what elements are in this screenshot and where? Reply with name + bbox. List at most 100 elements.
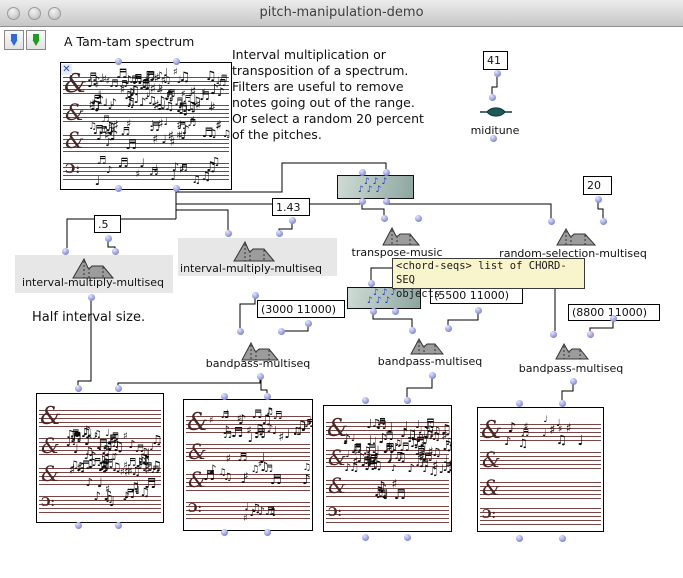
bandpass-multiseq-label-1: bandpass-multiseq: [206, 357, 310, 370]
bandpass-multiseq-node-3[interactable]: [555, 341, 589, 364]
port[interactable]: [548, 218, 555, 225]
port[interactable]: [252, 292, 259, 299]
miditune-node[interactable]: [480, 104, 512, 123]
wire: [176, 210, 228, 230]
port[interactable]: [264, 529, 271, 536]
port[interactable]: [225, 230, 232, 237]
port[interactable]: [595, 196, 602, 203]
trapezoid-icon: [556, 226, 596, 246]
port[interactable]: [600, 218, 607, 225]
port[interactable]: [289, 217, 296, 224]
port[interactable]: [173, 58, 180, 65]
title-bar: pitch-manipulation-demo: [0, 0, 683, 27]
port[interactable]: [587, 331, 594, 338]
port[interactable]: [516, 400, 523, 407]
trapezoid-icon: [382, 225, 420, 246]
port[interactable]: [415, 215, 422, 222]
port[interactable]: [559, 400, 566, 407]
multiseq-score-box-result-3[interactable]: & & & Ɔ: ♫♫♬♩♬♫♪♪♩♬♬♩♬♪♫♩♬♫♩♪♯♬♩♪♪♩♩♩♯♬♪…: [323, 405, 452, 532]
port[interactable]: [237, 328, 244, 335]
wire: [240, 298, 255, 328]
port[interactable]: [115, 58, 122, 65]
port[interactable]: [88, 294, 95, 301]
chord-seq-mini-box-1[interactable]: ♪♪♪ ♪♪♪: [337, 175, 414, 199]
port[interactable]: [221, 393, 228, 400]
miditune-lens-icon: [480, 105, 512, 119]
port[interactable]: [264, 393, 271, 400]
wire: [448, 313, 478, 325]
interval-multiply-multiseq-label-1: interval-multiply-multiseq: [22, 276, 164, 289]
port[interactable]: [362, 534, 369, 541]
value-box-20[interactable]: 20: [583, 176, 612, 195]
value-box-band-5500-11000[interactable]: (5500 11000): [430, 287, 523, 304]
multiseq-score-box-source[interactable]: & & & Ɔ: ♪♩♬♯♬♩♫♬♯♬♫♯♪♩♫♪♪♬♯♩♩♩♫♪♪♫♬♫♩♪♯…: [60, 62, 232, 190]
port[interactable]: [381, 215, 388, 222]
port[interactable]: [62, 248, 69, 255]
pwgl-patch-window: pitch-manipulation-demo: [0, 0, 683, 578]
half-interval-comment: Half interval size.: [32, 310, 145, 325]
port[interactable]: [550, 331, 557, 338]
port[interactable]: [276, 230, 283, 237]
port[interactable]: [392, 308, 399, 315]
port[interactable]: [494, 70, 501, 77]
note-glyphs: ♪♪♪: [367, 296, 393, 306]
port[interactable]: [173, 185, 180, 192]
interval-multiply-multiseq-label-2: interval-multiply-multiseq: [180, 262, 322, 275]
port[interactable]: [221, 529, 228, 536]
port[interactable]: [516, 535, 523, 542]
tooltip: <chord-seqs> list of CHORD-SEQ objects: [392, 258, 585, 289]
port[interactable]: [112, 248, 119, 255]
patch-canvas[interactable]: A Tam-tam spectrum Interval multiplicati…: [0, 27, 683, 578]
port[interactable]: [370, 308, 377, 315]
port[interactable]: [368, 280, 375, 287]
port[interactable]: [383, 198, 390, 205]
score-notes: ♫♫♬♩♬♫♪♪♩♬♬♩♬♪♫♩♬♫♩♪♯♬♩♪♪♩♩♩♯♬♪♩♩♯♯♩♫♫♯♩…: [324, 406, 451, 531]
port[interactable]: [445, 325, 452, 332]
wire: [362, 204, 384, 216]
port[interactable]: [257, 373, 264, 380]
trapezoid-icon: [233, 239, 275, 262]
multiseq-score-box-result-1[interactable]: & & & Ɔ: ♫♫♩♬♩♫♫♯♩♬♫♫♬♪♫♬♫♪♩♯♬♩♪♬♪♫♫♩♬♪♫…: [36, 393, 164, 523]
multiseq-score-box-result-4[interactable]: & & & Ɔ: ♪♯♩♯♯♬♫♩♩♪♯♫♩: [477, 407, 604, 532]
port[interactable]: [359, 198, 366, 205]
port[interactable]: [570, 378, 577, 385]
port[interactable]: [115, 385, 122, 392]
port[interactable]: [610, 315, 617, 322]
value-box-band-3000-11000[interactable]: (3000 11000): [257, 300, 345, 318]
value-box-41[interactable]: 41: [483, 51, 508, 70]
port[interactable]: [475, 307, 482, 314]
value-box-1.43[interactable]: 1.43: [272, 198, 310, 216]
wire: [562, 384, 573, 400]
port[interactable]: [115, 522, 122, 529]
port[interactable]: [559, 535, 566, 542]
port[interactable]: [383, 169, 390, 176]
value-box-0.5[interactable]: .5: [94, 215, 121, 233]
port[interactable]: [75, 385, 82, 392]
port[interactable]: [115, 185, 122, 192]
port[interactable]: [404, 534, 411, 541]
port[interactable]: [490, 135, 497, 142]
green-down-arrow-button[interactable]: [26, 30, 46, 50]
multiseq-score-box-result-2[interactable]: & & & Ɔ: ♫♫♬♪♪♩♬♬♫♩♯♩♬♫♬♯♬♪♩♩♩♩♩♬♯♫♪♯♩♫♯…: [183, 399, 313, 531]
port[interactable]: [429, 372, 436, 379]
blue-down-arrow-icon: [6, 33, 22, 49]
note-glyphs: ♪♪♪: [358, 185, 384, 195]
score-notes: ♫♫♬♪♪♩♬♬♫♩♯♩♬♫♬♯♬♪♩♩♩♩♩♬♯♫♪♯♩♫♯♯♫♬♪♫♬♬♯♪…: [184, 400, 312, 530]
port[interactable]: [489, 94, 496, 101]
port[interactable]: [278, 328, 285, 335]
wire: [118, 379, 260, 385]
trapezoid-icon: [410, 336, 444, 355]
port[interactable]: [362, 397, 369, 404]
port[interactable]: [409, 327, 416, 334]
port[interactable]: [75, 522, 82, 529]
port[interactable]: [359, 169, 366, 176]
port[interactable]: [404, 397, 411, 404]
wire: [261, 379, 267, 393]
port[interactable]: [305, 320, 312, 327]
wire: [407, 378, 432, 397]
port[interactable]: [105, 235, 112, 242]
bandpass-multiseq-label-2: bandpass-multiseq: [378, 355, 482, 368]
wire: [598, 202, 603, 218]
blue-down-arrow-button[interactable]: [4, 30, 24, 50]
close-box-icon[interactable]: ✕: [61, 64, 72, 75]
